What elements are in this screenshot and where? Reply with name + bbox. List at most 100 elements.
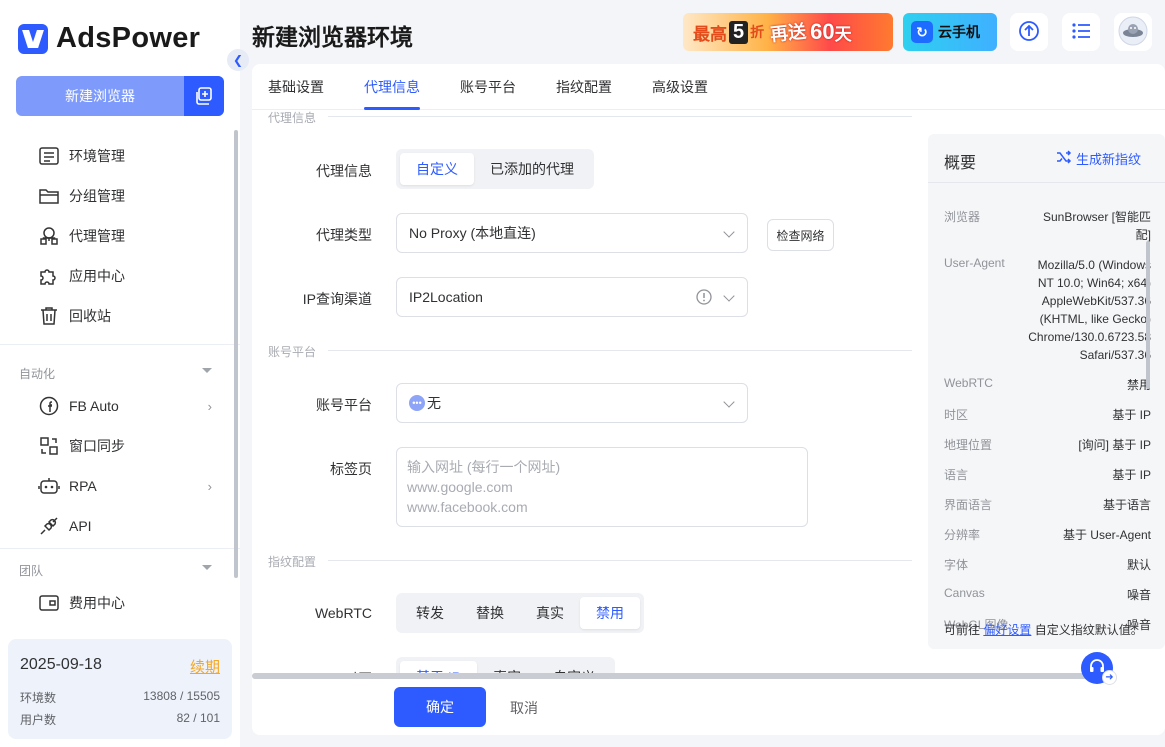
sidebar-item-label: 环境管理 — [69, 148, 125, 164]
placeholder-line: www.facebook.com — [407, 499, 528, 515]
overview-value-line: SunBrowser [智能匹 — [1042, 210, 1151, 224]
tabs-textarea[interactable]: 输入网址 (每行一个网址) www.google.com www.faceboo… — [396, 447, 808, 527]
overview-divider — [928, 182, 1165, 183]
robot-icon — [38, 475, 60, 497]
api-icon — [38, 515, 60, 537]
sidebar-item-trash[interactable]: 回收站 — [38, 304, 218, 328]
expiry-date: 2025-09-18 — [20, 656, 102, 673]
user-count-label: 用户数 — [20, 713, 57, 727]
option-replace[interactable]: 替换 — [460, 597, 520, 629]
overview-value-line: 噪音 — [1126, 588, 1151, 602]
new-browser-label: 新建浏览器 — [65, 88, 135, 104]
overview-row: 语言 基于 IP — [944, 466, 1165, 483]
overview-row: 分辨率 基于 User-Agent — [944, 526, 1165, 543]
main-panel: 基础设置 代理信息 账号平台 指纹配置 高级设置 代理信息 代理信息 自定义 已… — [252, 64, 1165, 735]
account-platform-label: 账号平台 — [316, 397, 372, 413]
new-browser-button[interactable]: 新建浏览器 — [16, 76, 224, 116]
placeholder-line: www.google.com — [407, 479, 513, 495]
footer-prefix: 可前往 — [944, 623, 981, 637]
overview-row-value: 默认 — [1127, 556, 1151, 574]
overview-row-label: User-Agent — [944, 256, 1005, 270]
overview-row-label: 语言 — [944, 468, 969, 482]
tab-bar: 基础设置 代理信息 账号平台 指纹配置 高级设置 — [252, 64, 1165, 110]
overview-row-label: 时区 — [944, 408, 969, 422]
sidebar-item-app-center[interactable]: 应用中心 — [38, 264, 218, 288]
tab-fingerprint[interactable]: 指纹配置 — [556, 77, 612, 97]
confirm-button[interactable]: 确定 — [394, 687, 486, 727]
sidebar-item-groups[interactable]: 分组管理 — [38, 184, 218, 208]
tab-account-platform[interactable]: 账号平台 — [460, 77, 516, 97]
task-list-button[interactable] — [1062, 13, 1100, 51]
check-network-button[interactable]: 检查网络 — [767, 219, 834, 251]
tab-proxy-info[interactable]: 代理信息 — [364, 77, 420, 97]
section-title-fingerprint: 指纹配置 — [268, 555, 317, 569]
sidebar-item-billing[interactable]: 费用中心 — [38, 591, 218, 615]
section-team-label: 团队 — [19, 564, 44, 578]
batch-add-icon[interactable] — [184, 76, 224, 116]
proxy-type-select[interactable]: No Proxy (本地直连) — [396, 213, 748, 253]
overview-value-line: Safari/537.36 — [1079, 348, 1151, 362]
option-custom[interactable]: 自定义 — [400, 153, 474, 185]
sidebar-item-environments[interactable]: 环境管理 — [38, 144, 218, 168]
check-network-label: 检查网络 — [776, 228, 825, 243]
form-footer — [252, 676, 1165, 735]
overview-row: Canvas 噪音 — [944, 586, 1165, 602]
tab-advanced-settings[interactable]: 高级设置 — [652, 77, 708, 97]
adspower-logo-icon — [18, 23, 48, 54]
proxy-info-switch: 自定义 已添加的代理 — [396, 149, 594, 189]
section-team[interactable]: 团队 — [19, 562, 214, 579]
upgrade-button[interactable] — [1010, 13, 1048, 51]
renew-link[interactable]: 续期 — [190, 656, 220, 677]
option-real[interactable]: 真实 — [520, 597, 580, 629]
account-platform-select[interactable]: ••• 无 — [396, 383, 748, 423]
horizontal-scrollbar[interactable] — [252, 673, 1102, 679]
sidebar: AdsPower 新建浏览器 环境管理 分组管理 代理管理 应用中心 回收站 自… — [0, 0, 240, 747]
overview-row: 时区 基于 IP — [944, 406, 1165, 423]
facebook-icon — [38, 395, 60, 417]
section-automation-label: 自动化 — [19, 367, 56, 381]
overview-row-value: SunBrowser [智能匹 配] — [1043, 208, 1151, 244]
account-card: 2025-09-18 续期 环境数 13808 / 15505 用户数 82 /… — [8, 639, 232, 739]
option-saved-proxy[interactable]: 已添加的代理 — [474, 153, 590, 185]
overview-value-line: 基于 IP — [1112, 468, 1151, 482]
cloud-phone-button[interactable]: ↻ 云手机 — [903, 13, 997, 51]
chevron-right-icon: › — [207, 478, 212, 494]
option-disabled[interactable]: 禁用 — [580, 597, 640, 629]
proxy-type-value: No Proxy (本地直连) — [409, 225, 536, 241]
info-icon[interactable] — [696, 289, 712, 308]
overview-row: 浏览器 SunBrowser [智能匹 配] — [944, 208, 1165, 242]
option-forward[interactable]: 转发 — [400, 597, 460, 629]
overview-row-label: 浏览器 — [944, 210, 981, 224]
sidebar-scrollbar[interactable] — [234, 130, 238, 578]
sidebar-item-api[interactable]: API — [38, 514, 218, 538]
promo-banner[interactable]: 最高 5 折 再送 60 天 — [683, 13, 893, 51]
sidebar-item-window-sync[interactable]: 窗口同步 — [38, 434, 218, 458]
sidebar-item-proxies[interactable]: 代理管理 — [38, 224, 218, 248]
sidebar-item-label: RPA — [69, 478, 97, 494]
overview-title: 概要 — [944, 155, 977, 172]
tabs-label: 标签页 — [330, 461, 372, 477]
cancel-button[interactable]: 取消 — [510, 698, 538, 718]
preferences-link[interactable]: 偏好设置 — [983, 623, 1031, 637]
overview-scrollbar[interactable] — [1146, 241, 1150, 389]
ip-channel-select[interactable]: IP2Location — [396, 277, 748, 317]
generate-fingerprint-button[interactable]: 生成新指纹 — [1056, 149, 1141, 168]
sidebar-item-label: API — [69, 518, 92, 534]
overview-row-value: 基于 User-Agent — [1063, 526, 1151, 544]
sidebar-item-rpa[interactable]: RPA › — [38, 474, 218, 498]
section-title-account: 账号平台 — [268, 345, 317, 359]
avatar-button[interactable] — [1114, 13, 1152, 51]
section-automation[interactable]: 自动化 — [19, 365, 214, 382]
webrtc-switch: 转发 替换 真实 禁用 — [396, 593, 644, 633]
chevron-down-icon — [723, 290, 735, 302]
shuffle-icon — [1056, 150, 1072, 167]
collapse-sidebar-button[interactable]: ❮ — [227, 49, 249, 71]
arrow-right-icon[interactable]: ➜ — [1102, 670, 1117, 685]
sidebar-item-label: 回收站 — [69, 308, 111, 324]
logo[interactable]: AdsPower — [18, 22, 200, 55]
sidebar-item-fb-auto[interactable]: FB Auto › — [38, 394, 218, 418]
tab-basic-settings[interactable]: 基础设置 — [268, 77, 324, 97]
overview-footer: 可前往 偏好设置 自定义指纹默认值。 — [944, 621, 1143, 638]
confirm-label: 确定 — [426, 699, 454, 715]
proxy-type-label: 代理类型 — [316, 227, 372, 243]
